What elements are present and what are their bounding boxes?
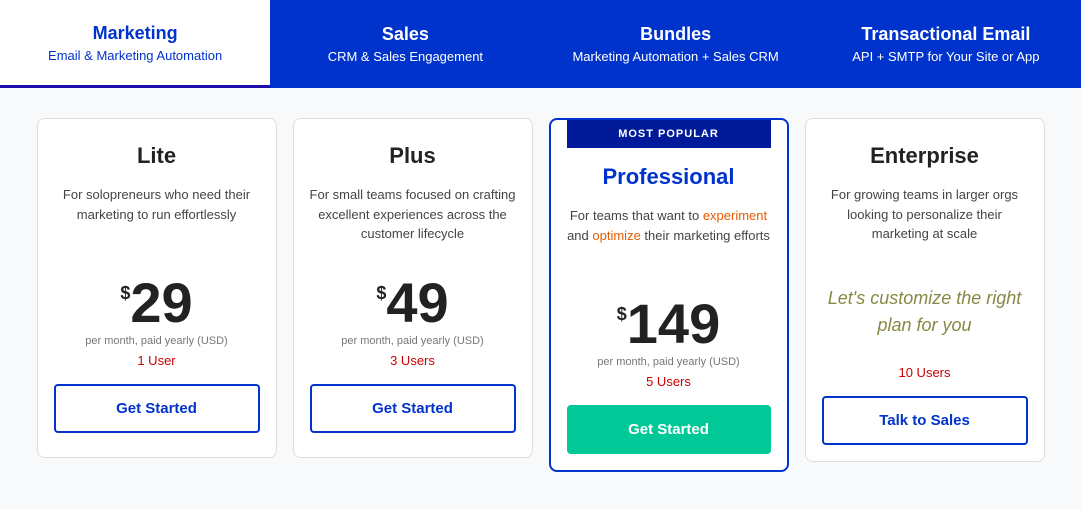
plan-professional-amount: 149 [627,296,720,352]
plan-professional-period: per month, paid yearly (USD) [597,356,739,368]
plan-plus-currency: $ [376,283,386,304]
tab-sales-subtitle: CRM & Sales Engagement [328,49,483,64]
tab-transactional-subtitle: API + SMTP for Your Site or App [852,49,1039,64]
tab-transactional[interactable]: Transactional Email API + SMTP for Your … [811,0,1081,88]
plan-card-lite: Lite For solopreneurs who need their mar… [37,118,277,458]
plan-professional-name: Professional [602,164,734,190]
plan-lite-currency: $ [120,283,130,304]
tab-marketing[interactable]: Marketing Email & Marketing Automation [0,0,270,88]
plan-lite-amount: 29 [130,275,192,331]
plan-enterprise-name: Enterprise [870,143,979,169]
plan-enterprise-cta[interactable]: Talk to Sales [822,396,1028,445]
tab-transactional-title: Transactional Email [861,24,1030,45]
tab-bundles-subtitle: Marketing Automation + Sales CRM [572,49,778,64]
plan-plus-name: Plus [389,143,435,169]
plan-card-professional: MOST POPULAR Professional For teams that… [549,118,789,472]
most-popular-badge: MOST POPULAR [567,120,771,148]
plan-plus-cta[interactable]: Get Started [310,384,516,433]
tab-marketing-title: Marketing [93,23,178,44]
plan-lite-name: Lite [137,143,176,169]
plan-enterprise-users: 10 Users [898,365,950,380]
plan-card-plus: Plus For small teams focused on crafting… [293,118,533,458]
tab-marketing-subtitle: Email & Marketing Automation [48,48,222,63]
plan-plus-users: 3 Users [390,353,435,368]
plan-lite-period: per month, paid yearly (USD) [85,335,227,347]
plan-plus-price-row: $ 49 [376,275,448,331]
plan-professional-users: 5 Users [646,374,691,389]
plan-professional-description: For teams that want to experiment and op… [567,206,771,276]
plan-lite-cta[interactable]: Get Started [54,384,260,433]
plan-plus-amount: 49 [386,275,448,331]
plan-lite-price-row: $ 29 [120,275,192,331]
nav-tabs: Marketing Email & Marketing Automation S… [0,0,1081,88]
plan-professional-currency: $ [617,304,627,325]
tab-bundles[interactable]: Bundles Marketing Automation + Sales CRM [541,0,811,88]
plan-professional-cta[interactable]: Get Started [567,405,771,454]
plan-plus-description: For small teams focused on crafting exce… [310,185,516,255]
tab-bundles-title: Bundles [640,24,711,45]
plan-enterprise-custom-cta: Let's customize the right plan for you [822,275,1028,349]
plan-enterprise-description: For growing teams in larger orgs looking… [822,185,1028,255]
plan-lite-users: 1 User [137,353,175,368]
tab-sales-title: Sales [382,24,429,45]
tab-sales[interactable]: Sales CRM & Sales Engagement [270,0,540,88]
plan-professional-price-row: $ 149 [617,296,720,352]
plan-plus-period: per month, paid yearly (USD) [341,335,483,347]
pricing-section: Lite For solopreneurs who need their mar… [0,88,1081,492]
plan-lite-description: For solopreneurs who need their marketin… [54,185,260,255]
plan-card-enterprise: Enterprise For growing teams in larger o… [805,118,1045,462]
